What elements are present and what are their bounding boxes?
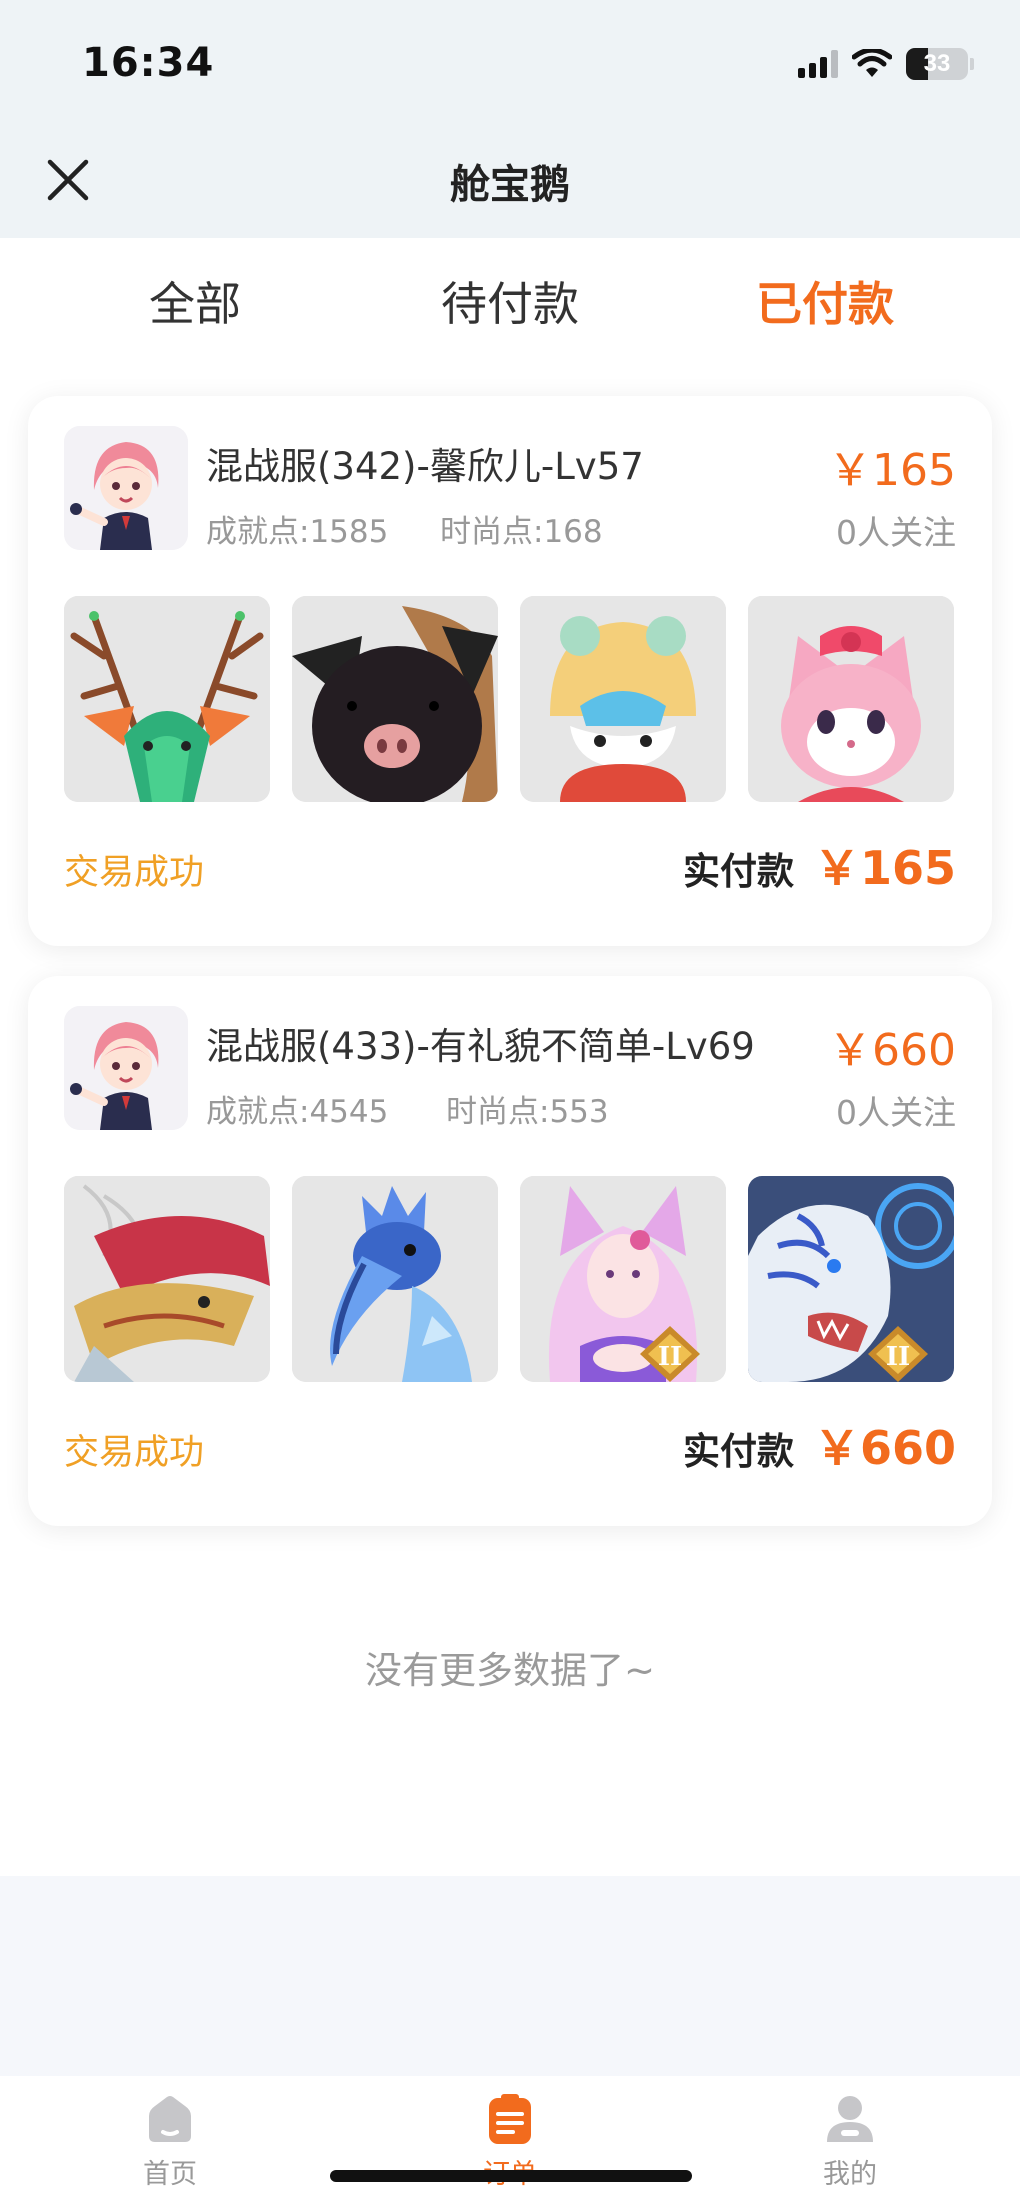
thumbnail-red-gold-dragon[interactable] <box>64 1176 270 1382</box>
status-time: 16:34 <box>82 40 215 86</box>
thumbnail-lion-hat-bunny[interactable] <box>520 596 726 802</box>
order-card[interactable]: 混战服(433)-有礼貌不简单-Lv69 成就点:4545 时尚点:553 ￥6… <box>28 976 992 1526</box>
item-thumbnails: II II <box>64 1176 954 1382</box>
character-avatar <box>64 426 188 550</box>
status-icons: 33 <box>798 44 974 84</box>
achievement-points: 成就点:1585 <box>206 514 389 550</box>
svg-text:II: II <box>886 1342 910 1372</box>
tabbar-profile[interactable]: 我的 <box>780 2092 920 2191</box>
profile-icon <box>827 2096 873 2142</box>
order-status: 交易成功 <box>64 1433 205 1473</box>
fashion-points: 时尚点:553 <box>446 1094 609 1130</box>
item-title: 混战服(433)-有礼貌不简单-Lv69 <box>206 1025 755 1068</box>
page: 16:34 33 舱宝鹅 全部 待付款 已付款 混战服(342)-馨欣儿-Lv5… <box>0 0 1020 2207</box>
achievement-points: 成就点:4545 <box>206 1094 389 1130</box>
footer-background <box>0 1876 1020 2076</box>
thumbnail-green-dragon[interactable] <box>64 596 270 802</box>
follower-count: 0人关注 <box>836 1093 956 1132</box>
svg-text:II: II <box>658 1342 682 1372</box>
tab-pending-payment[interactable]: 待付款 <box>441 268 579 334</box>
paid-value: ￥165 <box>813 841 956 895</box>
home-icon <box>149 2096 191 2142</box>
item-price: ￥165 <box>828 445 956 496</box>
thumbnail-white-tiger[interactable]: II <box>748 1176 954 1382</box>
tab-all[interactable]: 全部 <box>149 268 241 334</box>
follower-count: 0人关注 <box>836 513 956 552</box>
paid-amount: 实付款 ￥660 <box>683 1412 956 1478</box>
fashion-points: 时尚点:168 <box>440 514 603 550</box>
home-indicator[interactable] <box>330 2170 692 2182</box>
list-end-message: 没有更多数据了~ <box>364 1649 655 1692</box>
battery-tip <box>970 58 974 70</box>
order-card[interactable]: 混战服(342)-馨欣儿-Lv57 成就点:1585 时尚点:168 ￥165 … <box>28 396 992 946</box>
battery-icon: 33 <box>906 48 968 80</box>
item-title: 混战服(342)-馨欣儿-Lv57 <box>206 445 644 488</box>
order-status-tabs: 全部 待付款 已付款 <box>0 238 1020 368</box>
paid-label: 实付款 <box>682 850 794 893</box>
bottom-tab-bar: 首页 订单 我的 <box>0 2076 1020 2207</box>
wifi-icon <box>852 49 892 77</box>
paid-value: ￥660 <box>813 1421 956 1475</box>
tabbar-home[interactable]: 首页 <box>100 2092 240 2191</box>
order-icon <box>489 2094 531 2144</box>
character-avatar <box>64 1006 188 1130</box>
order-status: 交易成功 <box>64 853 205 893</box>
battery-level: 33 <box>923 50 951 77</box>
item-price: ￥660 <box>828 1025 956 1076</box>
thumbnail-pink-bow-fox[interactable] <box>748 596 954 802</box>
thumbnail-black-pig[interactable] <box>292 596 498 802</box>
paid-label: 实付款 <box>682 1430 794 1473</box>
thumbnail-blue-shoebill[interactable] <box>292 1176 498 1382</box>
cellular-signal-icon <box>798 50 838 78</box>
paid-amount: 实付款 ￥165 <box>683 832 956 898</box>
item-thumbnails <box>64 596 954 802</box>
tab-paid[interactable]: 已付款 <box>756 268 894 334</box>
tabbar-label: 首页 <box>143 2159 197 2190</box>
thumbnail-pink-fox-girl[interactable]: II <box>520 1176 726 1382</box>
tabbar-label: 我的 <box>823 2159 877 2190</box>
page-title: 舱宝鹅 <box>450 162 570 208</box>
